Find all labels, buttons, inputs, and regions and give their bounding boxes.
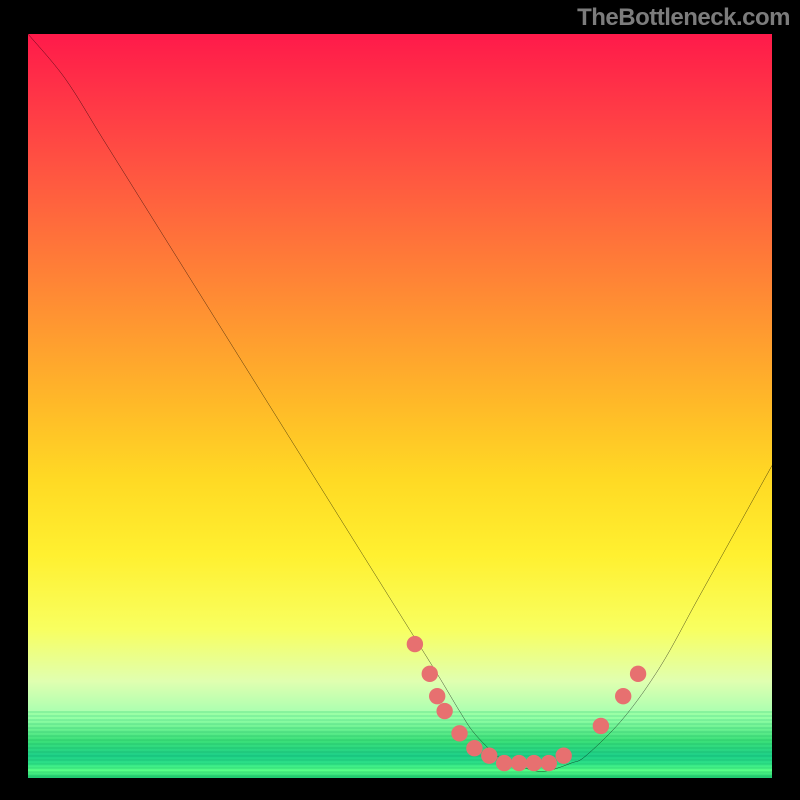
data-marker (630, 666, 646, 682)
plot-area (28, 34, 772, 778)
data-marker (422, 666, 438, 682)
data-marker (451, 725, 467, 741)
data-marker (481, 747, 497, 763)
chart-frame: TheBottleneck.com (0, 0, 800, 800)
data-marker (407, 636, 423, 652)
data-marker (615, 688, 631, 704)
data-marker (593, 718, 609, 734)
data-marker (429, 688, 445, 704)
data-marker (466, 740, 482, 756)
data-marker (555, 747, 571, 763)
data-marker (511, 755, 527, 771)
curve-svg (28, 34, 772, 778)
data-marker (541, 755, 557, 771)
data-marker (496, 755, 512, 771)
data-markers (407, 636, 647, 771)
bottleneck-curve (28, 34, 772, 771)
data-marker (526, 755, 542, 771)
attribution-label: TheBottleneck.com (577, 4, 790, 32)
data-marker (436, 703, 452, 719)
